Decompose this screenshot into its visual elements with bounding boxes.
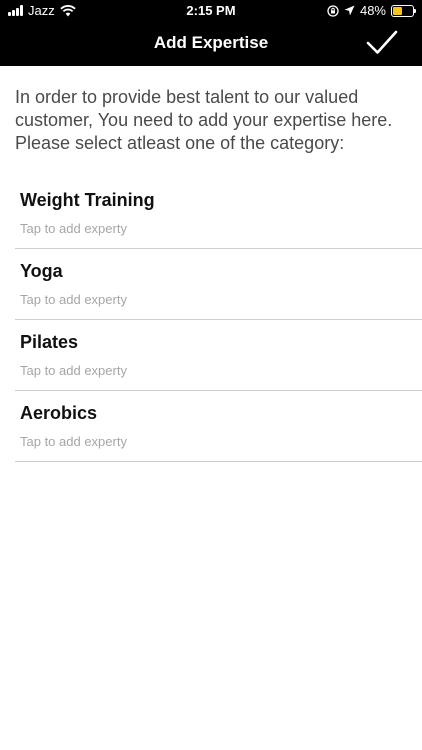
screen-lock-icon [327, 4, 339, 17]
category-title: Yoga [20, 261, 63, 281]
battery-icon [391, 4, 416, 17]
category-subtitle: Tap to add experty [20, 221, 127, 236]
category-title: Pilates [20, 332, 79, 352]
category-item-aerobics[interactable]: Aerobics Tap to add experty [15, 391, 422, 462]
category-item-weight-training[interactable]: Weight Training Tap to add experty [15, 178, 422, 249]
location-icon [344, 5, 355, 16]
checkmark-icon [366, 30, 398, 54]
category-subtitle: Tap to add experty [20, 434, 127, 449]
battery-percent: 48% [359, 3, 386, 18]
category-subtitle: Tap to add experty [20, 363, 127, 378]
category-item-pilates[interactable]: Pilates Tap to add experty [15, 320, 422, 391]
done-button[interactable] [366, 28, 398, 58]
intro-text: In order to provide best talent to our v… [15, 87, 393, 153]
header-bar: Jazz 2:15 PM 48% Add Expertise [0, 0, 422, 66]
category-title: Weight Training [20, 190, 155, 210]
category-item-yoga[interactable]: Yoga Tap to add experty [15, 249, 422, 320]
category-list: Weight Training Tap to add experty Yoga … [15, 178, 422, 462]
status-right: 48% [327, 3, 416, 18]
status-bar: Jazz 2:15 PM 48% [0, 0, 422, 22]
category-title: Aerobics [20, 403, 98, 423]
page-title: Add Expertise [153, 33, 269, 52]
category-subtitle: Tap to add experty [20, 292, 127, 307]
battery-fill [393, 6, 402, 15]
